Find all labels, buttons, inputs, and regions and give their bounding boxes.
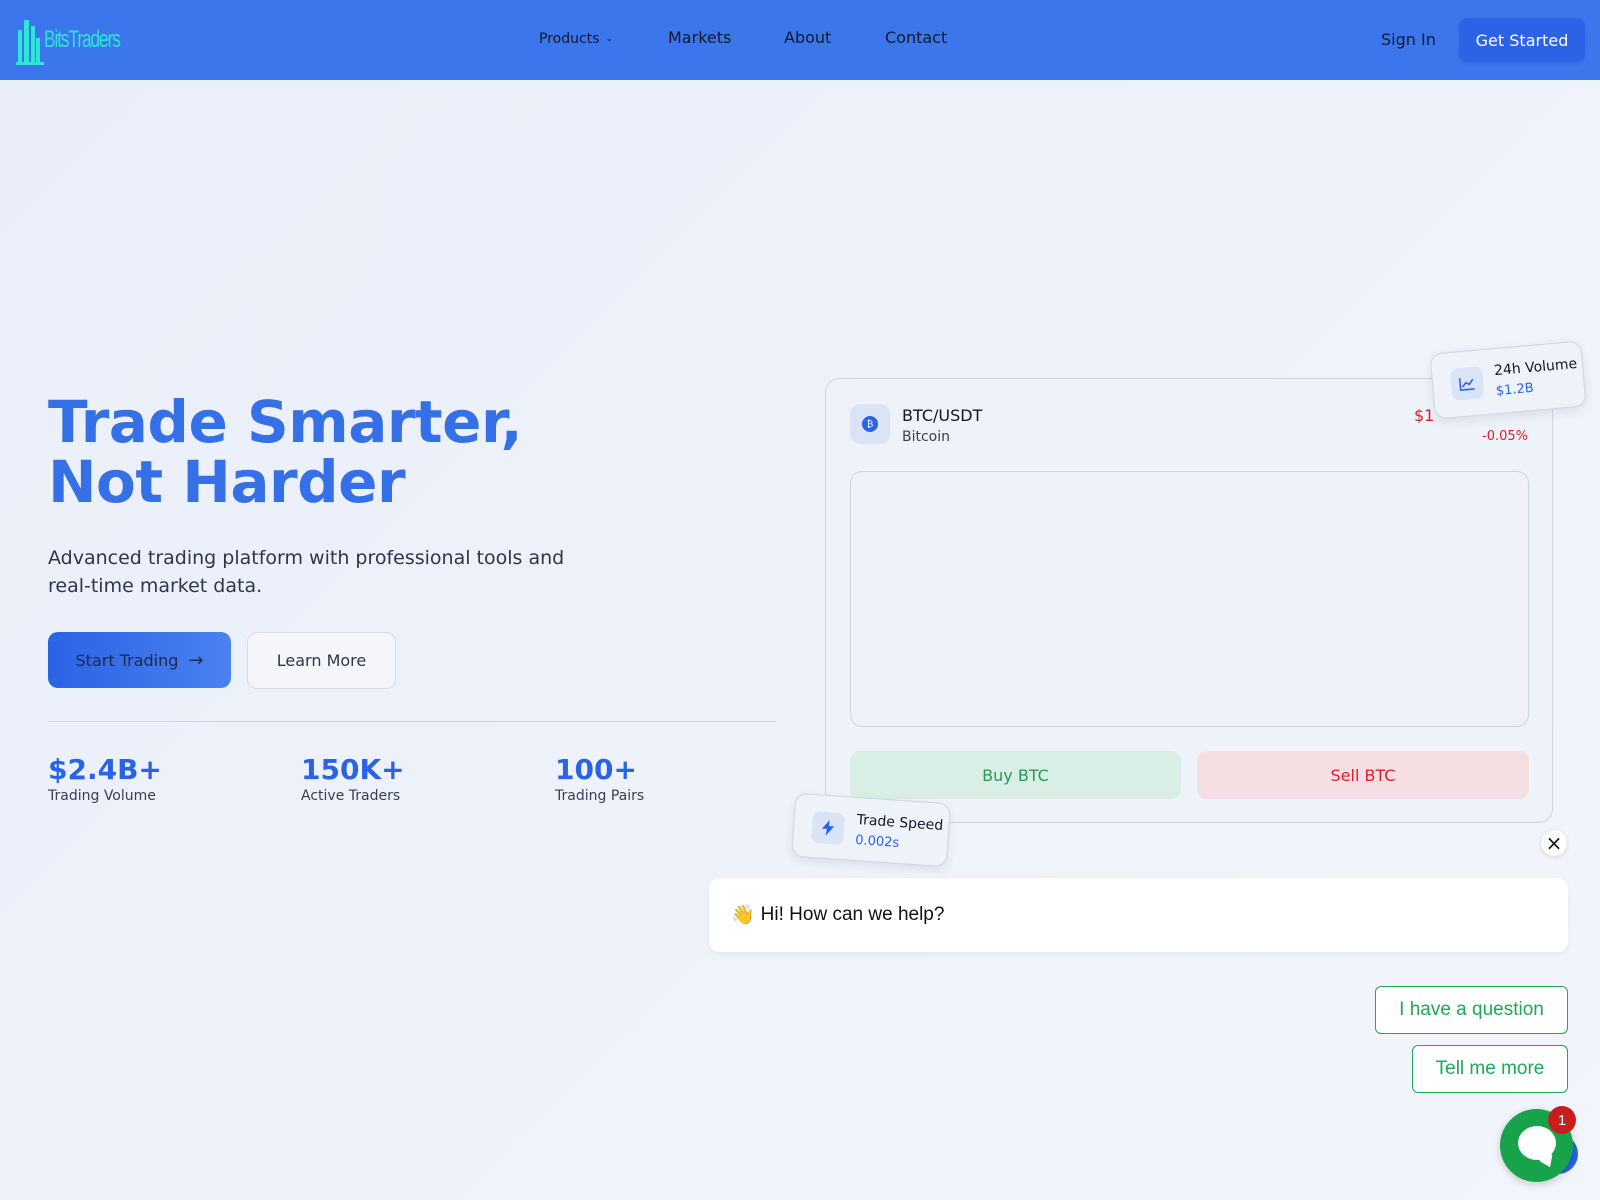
stats-divider — [48, 721, 776, 722]
hero-title-line-2: Not Harder — [48, 448, 406, 516]
stat-trading-pairs: 100+ Trading Pairs — [555, 753, 645, 805]
volume-value: $1.2B — [1495, 380, 1535, 400]
stat-trading-volume: $2.4B+ Trading Volume — [48, 753, 162, 805]
top-navbar: BitsTraders Products ⌄ Markets About Cont… — [0, 0, 1600, 80]
get-started-button[interactable]: Get Started — [1459, 18, 1585, 62]
nav-contact[interactable]: Contact — [885, 28, 947, 47]
coin-price: $1 — [1414, 406, 1435, 425]
buy-btc-button[interactable]: Buy BTC — [850, 751, 1181, 799]
nav-about[interactable]: About — [784, 28, 831, 47]
price-change: -0.05% — [1482, 429, 1528, 444]
hero-subtitle: Advanced trading platform with professio… — [48, 547, 565, 597]
coin-name: Bitcoin — [902, 429, 951, 445]
trading-preview-card: ₿ BTC/USDT Bitcoin $1 -0.05% Buy BTC Sel… — [825, 378, 1553, 823]
sell-btc-button[interactable]: Sell BTC — [1197, 751, 1529, 799]
trading-pair: BTC/USDT — [902, 406, 983, 425]
nav-products-label: Products — [539, 31, 600, 47]
bitcoin-icon: ₿ — [850, 404, 890, 444]
sign-in-link[interactable]: Sign In — [1381, 30, 1436, 49]
stat-value: 100+ — [555, 753, 637, 786]
logo-text: BitsTraders — [44, 26, 121, 53]
stat-value: 150K+ — [301, 753, 405, 786]
volume-title: 24h Volume — [1493, 355, 1578, 380]
bitcoin-symbol-icon: ₿ — [862, 416, 878, 432]
chevron-down-icon: ⌄ — [605, 34, 613, 44]
chat-option-question[interactable]: I have a question — [1375, 986, 1568, 1034]
line-chart-icon — [1449, 366, 1485, 401]
nav-markets[interactable]: Markets — [668, 28, 731, 47]
bitstraders-logo[interactable]: BitsTraders — [16, 12, 121, 68]
chat-greeting-bubble: 👋 Hi! How can we help? — [709, 878, 1568, 952]
stat-label: Active Traders — [301, 788, 401, 804]
hero-title: Trade Smarter, Not Harder — [48, 388, 523, 516]
start-trading-button[interactable]: Start Trading → — [48, 632, 231, 688]
chat-close-button[interactable]: × — [1541, 830, 1567, 856]
stat-label: Trading Pairs — [555, 788, 645, 804]
trade-speed-badge: Trade Speed 0.002s — [790, 792, 952, 868]
waving-hand-icon: 👋 — [731, 905, 755, 926]
start-trading-label: Start Trading — [75, 650, 179, 670]
price-chart-area — [850, 471, 1529, 727]
hero-title-line-1: Trade Smarter, — [48, 388, 523, 456]
close-icon: × — [1545, 831, 1563, 855]
speed-title: Trade Speed — [856, 811, 944, 835]
chat-bubble-icon — [1518, 1126, 1556, 1160]
unread-count-badge: 1 — [1548, 1106, 1576, 1134]
stat-value: $2.4B+ — [48, 753, 162, 786]
speed-value: 0.002s — [854, 832, 900, 851]
chat-greeting-text: Hi! How can we help? — [760, 904, 945, 925]
stat-active-traders: 150K+ Active Traders — [301, 753, 405, 805]
arrow-right-icon: → — [188, 649, 204, 671]
nav-products[interactable]: Products ⌄ — [539, 31, 613, 47]
chat-option-tell-more[interactable]: Tell me more — [1412, 1045, 1568, 1093]
lightning-icon — [810, 810, 846, 846]
volume-badge: 24h Volume $1.2B — [1429, 340, 1587, 420]
learn-more-button[interactable]: Learn More — [247, 632, 396, 689]
stat-label: Trading Volume — [48, 788, 156, 804]
